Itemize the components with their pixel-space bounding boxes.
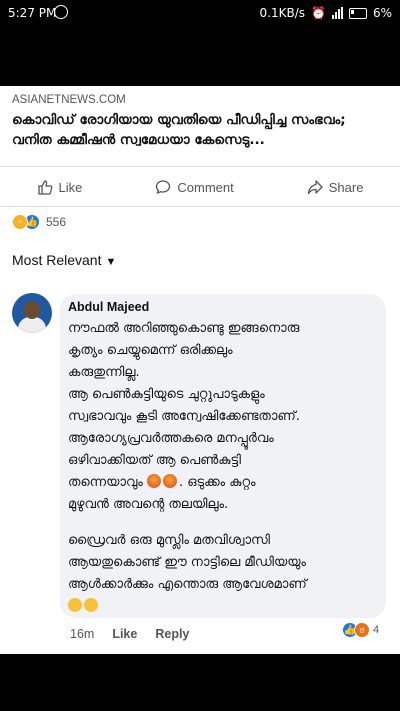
post-actions-bar: Like Comment Share — [0, 168, 400, 206]
comment-line: തന്നെയാവും — [68, 475, 143, 490]
status-bar: 5:27 PM 0.1KB/s ⏰ 6% — [0, 0, 400, 28]
sweat-smile-emoji-icon — [84, 598, 98, 612]
comment-reactions-count: 4 — [373, 624, 380, 636]
comment-line: ആൾക്കാർക്കും എന്തൊരു ആവേശമാണ് — [68, 577, 307, 592]
clock: 5:27 PM — [8, 6, 57, 20]
comment-line: ആരോഗ്യപ്രവർത്തകരെ മനപ്പൂർവം — [68, 431, 274, 446]
chevron-down-icon: ▼ — [105, 256, 117, 268]
comment-line: ആയതുകൊണ്ട് ഈ നാട്ടിലെ മീഡിയയും — [68, 555, 306, 570]
angry-reaction-icon: ಠ — [354, 622, 370, 638]
link-headline[interactable]: കൊവിഡ് രോഗിയായ യുവതിയെ പീഡിപ്പിച്ച സംഭവം… — [12, 110, 388, 150]
like-button[interactable]: Like — [37, 179, 83, 195]
comment-line: ഡ്രൈവർ ഒരു മുസ്ലിം മതവിശ്വാസി — [68, 533, 270, 548]
divider — [0, 206, 400, 207]
reactions-count: 556 — [46, 215, 67, 229]
comment-line: സ്വഭാവവും കൂടി അന്വേഷിക്കേണ്ടതാണ്. — [68, 409, 300, 424]
avatar-face — [24, 301, 40, 319]
comment-line: കരുതുന്നില്ല. — [68, 365, 140, 380]
angry-emoji-icon — [146, 474, 161, 488]
angry-emoji-icon — [162, 474, 177, 488]
post-reactions[interactable]: ᵕ 👍 556 — [12, 214, 66, 230]
share-label: Share — [328, 179, 364, 195]
avatar-body — [18, 317, 46, 333]
sort-label: Most Relevant — [12, 252, 102, 268]
link-source[interactable]: ASIANETNEWS.COM — [12, 94, 126, 106]
sweat-smile-emoji-icon — [68, 598, 82, 612]
comment-reply-button[interactable]: Reply — [155, 627, 189, 641]
thumbs-up-icon — [37, 180, 52, 195]
comment-text: നൗഫൽ അറിഞ്ഞുകൊണ്ടു ഇങ്ങനൊരു കൃത്യം ചെയ്യ… — [68, 318, 380, 618]
comment-line-with-emoji: തന്നെയാവും . ഒടുക്കം കുറ്റം — [68, 472, 380, 494]
battery-level: 6% — [372, 6, 392, 20]
comment-line: നൗഫൽ അറിഞ്ഞുകൊണ്ടു ഇങ്ങനൊരു — [68, 321, 300, 336]
share-icon — [307, 180, 323, 195]
comment-line: . ഒടുക്കം കുറ്റം — [178, 475, 256, 490]
whatsapp-notification-icon — [54, 5, 68, 19]
comment-icon — [156, 180, 171, 195]
emoji-line — [68, 596, 380, 618]
comment-bubble: Abdul Majeed നൗഫൽ അറിഞ്ഞുകൊണ്ടു ഇങ്ങനൊരു… — [60, 294, 386, 618]
avatar[interactable] — [12, 293, 52, 333]
comment-sort-dropdown[interactable]: Most Relevant ▼ — [12, 252, 116, 268]
comment-label: Comment — [177, 179, 234, 195]
comment-time[interactable]: 16m — [70, 627, 94, 641]
comment-author[interactable]: Abdul Majeed — [68, 300, 149, 314]
comment-button[interactable]: Comment — [155, 179, 234, 195]
divider — [0, 166, 400, 167]
comment-like-button[interactable]: Like — [112, 627, 137, 641]
comment-line: കൃത്യം ചെയ്യുമെന്ന് ഒരിക്കലും — [68, 343, 233, 358]
signal-icon — [331, 7, 343, 19]
comment-line: ആ പെൺകുട്ടിയുടെ ചുറ്റുപാടുകളും — [68, 387, 265, 402]
like-label: Like — [58, 179, 83, 195]
share-button[interactable]: Share — [307, 179, 364, 195]
battery-icon — [348, 7, 367, 19]
comment-reactions[interactable]: 👍 ಠ 4 — [342, 622, 379, 638]
comment-actions: 16m Like Reply — [70, 627, 189, 641]
comment-line: മുഴുവൻ അവന്റെ തലയിലും. — [68, 497, 229, 512]
haha-reaction-icon: ᵕ — [12, 214, 28, 230]
alarm-icon: ⏰ — [311, 6, 326, 20]
network-speed: 0.1KB/s — [259, 6, 305, 20]
comment-line: ഒഴിവാക്കിയത് ആ പെൺകുട്ടി — [68, 453, 241, 468]
